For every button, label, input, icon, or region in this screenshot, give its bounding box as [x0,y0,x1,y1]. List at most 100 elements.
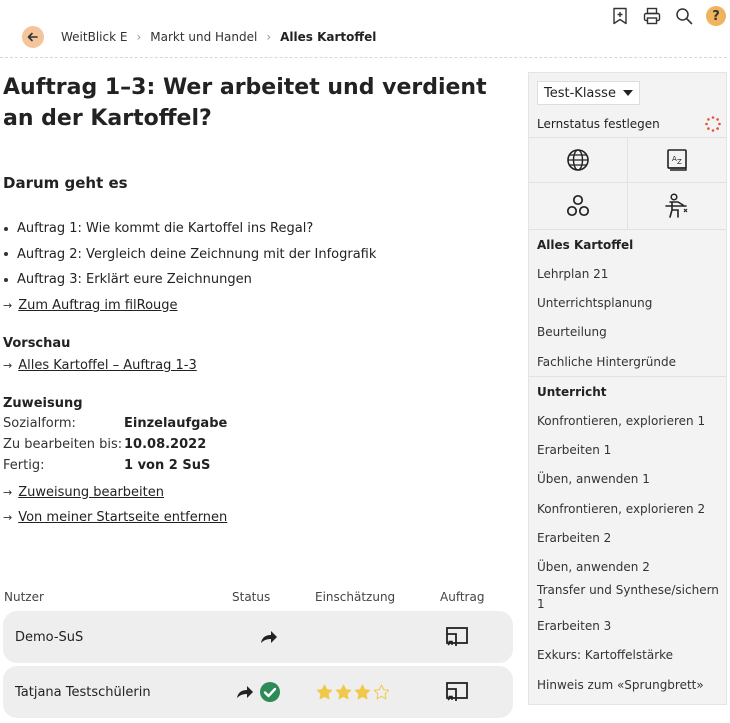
column-header: Einschätzung [315,590,396,604]
assignment-value: 1 von 2 SuS [124,457,211,473]
arrow-left-icon [27,32,38,42]
rating-cell [316,684,390,700]
user-name: Demo-SuS [15,629,84,645]
star-filled-icon [335,684,352,700]
open-task-icon [446,682,468,701]
sidebar-item[interactable]: Beurteilung [529,318,726,347]
column-header: Auftrag [440,590,485,604]
sidebar-item[interactable]: Erarbeiten 3 [529,611,726,640]
help-icon[interactable]: ? [706,6,726,26]
task-list: Auftrag 1: Wie kommt die Kartoffel ins R… [3,216,518,293]
filrouge-link[interactable]: → Zum Auftrag im filRouge [3,293,518,318]
bullet-icon [4,252,8,257]
bookmark-icon[interactable] [610,6,630,26]
bullet-icon [4,277,8,282]
list-item: Auftrag 1: Wie kommt die Kartoffel ins R… [3,216,518,242]
print-icon[interactable] [642,6,662,26]
svg-text:Z: Z [677,158,682,166]
toolbar: ? [610,6,726,26]
assignment-value: Einzelaufgabe [124,415,228,431]
breadcrumb-item[interactable]: WeitBlick E [61,30,127,44]
connections-icon [566,194,589,217]
divider [0,57,727,58]
section-heading: Zuweisung [3,395,83,411]
submitted-icon [237,686,253,698]
sidebar-heading[interactable]: Alles Kartoffel [529,229,726,259]
chevron-right-icon: › [266,30,272,44]
sidebar-item[interactable]: Fachliche Hintergründe [529,347,726,376]
user-name: Tatjana Testschülerin [15,684,151,700]
open-assignment-button[interactable] [445,626,469,648]
class-select-value: Test-Klasse [544,85,616,101]
sidebar-item[interactable]: Hinweis zum «Sprungbrett» [529,670,726,699]
link-text[interactable]: Zuweisung bearbeiten [18,485,164,500]
link-text[interactable]: Zum Auftrag im filRouge [18,298,177,313]
breadcrumb: WeitBlick E › Markt und Handel › Alles K… [61,30,376,44]
star-filled-icon [316,684,333,700]
page-title: Auftrag 1–3: Wer arbeitet und verdient a… [3,75,487,131]
teacher-icon [664,193,688,218]
globe-icon [566,149,589,171]
search-icon[interactable] [674,6,694,26]
sidebar-item[interactable]: Lehrplan 21 [529,259,726,288]
sidebar-item[interactable]: Üben, anwenden 1 [529,465,726,494]
section-heading: Darum geht es [3,174,128,192]
glossary-button[interactable]: A Z [627,137,726,182]
list-item-text: Auftrag 3: Erklärt eure Zeichnungen [17,272,252,288]
sidebar-item[interactable]: Transfer und Synthese/sichern 1 [529,582,726,611]
link-text[interactable]: Von meiner Startseite entfernen [18,510,227,525]
done-check-icon [260,682,280,702]
assignment-row: Sozialform: Einzelaufgabe [3,413,518,434]
top-bar: WeitBlick E › Markt und Handel › Alles K… [0,0,730,58]
arrow-right-icon: → [3,510,13,524]
submitted-icon [261,631,277,643]
table-row[interactable]: Tatjana Testschülerin [3,666,513,718]
caret-down-icon [623,90,633,96]
sidebar-item[interactable]: Unterrichtsplanung [529,288,726,317]
status-spinner-icon [705,116,721,132]
bullet-icon [4,226,8,231]
star-filled-icon [354,684,371,700]
assignment-key: Zu bearbeiten bis: [3,436,123,452]
tool-icon-grid: A Z [529,137,726,229]
main-content: Auftrag 1–3: Wer arbeitet und verdient a… [3,72,518,718]
arrow-right-icon: → [3,358,13,372]
sidebar-item[interactable]: Üben, anwenden 2 [529,553,726,582]
sidebar: Test-Klasse Lernstatus festlegen A Z All… [528,72,727,705]
assignment-value: 10.08.2022 [124,436,207,452]
globe-button[interactable] [529,137,628,182]
breadcrumb-item[interactable]: Markt und Handel [150,30,257,44]
list-item-text: Auftrag 1: Wie kommt die Kartoffel ins R… [17,221,314,237]
sidebar-item[interactable]: Konfrontieren, explorieren 2 [529,494,726,523]
breadcrumb-current: Alles Kartoffel [280,30,377,44]
star-empty-icon [373,684,390,700]
list-item-text: Auftrag 2: Vergleich deine Zeichnung mit… [17,246,377,262]
link-text[interactable]: Alles Kartoffel – Auftrag 1-3 [18,358,197,373]
open-assignment-button[interactable] [445,681,469,703]
learning-status-row[interactable]: Lernstatus festlegen [537,116,721,132]
back-button[interactable] [22,26,44,48]
assignment-key: Sozialform: [3,415,76,431]
preview-link[interactable]: → Alles Kartoffel – Auftrag 1-3 [3,353,518,378]
sidebar-item[interactable]: Erarbeiten 2 [529,523,726,552]
chevron-right-icon: › [136,30,142,44]
sidebar-item[interactable]: Exkurs: Kartoffelstärke [529,641,726,670]
teacher-button[interactable] [627,182,726,229]
connections-button[interactable] [529,182,628,229]
status-cell [259,629,279,645]
remove-from-start-link[interactable]: → Von meiner Startseite entfernen [3,505,518,530]
sidebar-item[interactable]: Erarbeiten 1 [529,435,726,464]
section-heading: Vorschau [3,335,71,351]
assignment-row: Zu bearbeiten bis: 10.08.2022 [3,434,518,455]
edit-assignment-link[interactable]: → Zuweisung bearbeiten [3,480,518,505]
assignment-key: Fertig: [3,457,45,473]
arrow-right-icon: → [3,485,13,499]
sidebar-item[interactable]: Konfrontieren, explorieren 1 [529,406,726,435]
class-select[interactable]: Test-Klasse [537,81,640,105]
assignment-row: Fertig: 1 von 2 SuS [3,455,518,476]
arrow-right-icon: → [3,298,13,312]
learning-status-label: Lernstatus festlegen [537,117,660,131]
status-cell [235,681,281,703]
sidebar-heading[interactable]: Unterricht [529,376,726,406]
table-row[interactable]: Demo-SuS [3,611,513,663]
